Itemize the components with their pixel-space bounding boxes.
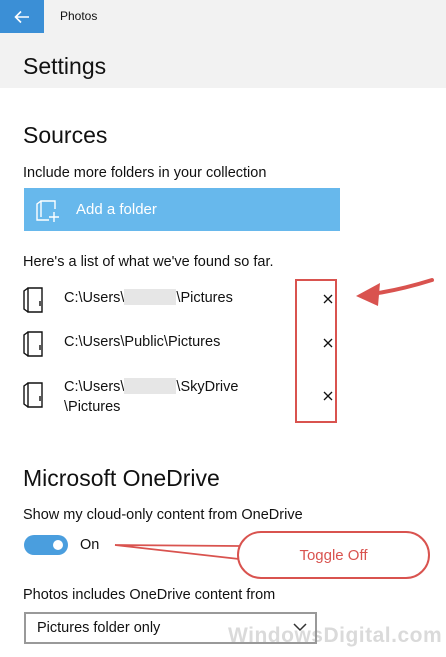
toggle-knob xyxy=(53,540,63,550)
toggle-state-label: On xyxy=(80,537,100,553)
cloud-content-label: Show my cloud-only content from OneDrive xyxy=(23,507,303,523)
annotation-callout: Toggle Off xyxy=(237,531,430,579)
onedrive-heading: Microsoft OneDrive xyxy=(23,465,220,491)
annotation-arrow-to-remove xyxy=(370,278,434,296)
cloud-content-toggle[interactable] xyxy=(24,535,68,555)
callout-text: Toggle Off xyxy=(299,547,368,564)
watermark: WindowsDigital.com xyxy=(228,624,443,647)
onedrive-includes-label: Photos includes OneDrive content from xyxy=(23,587,276,603)
annotation-arrow-to-toggle xyxy=(114,544,240,560)
annotation-arrowhead xyxy=(356,283,380,306)
select-value: Pictures folder only xyxy=(37,620,161,636)
